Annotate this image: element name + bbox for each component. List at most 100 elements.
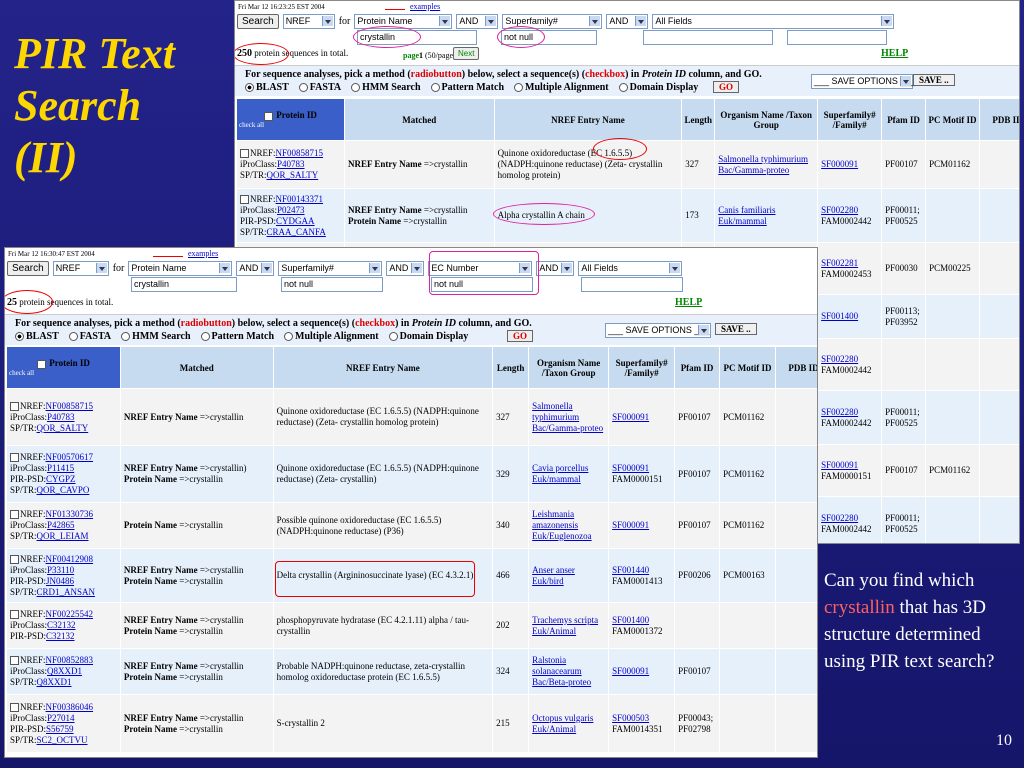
field-select-4[interactable]: All Fields	[578, 261, 683, 276]
id-link[interactable]: CYDGAA	[276, 216, 315, 226]
superfamily-link[interactable]: SF001400	[821, 311, 878, 322]
operator-select-1[interactable]: AND	[456, 14, 499, 29]
organism-link[interactable]: Leishmania amazonensis Euk/Euglenozoa	[532, 509, 591, 541]
search-button[interactable]: Search	[7, 261, 49, 276]
method-msa[interactable]: Multiple Alignment	[284, 331, 379, 342]
organism-link[interactable]: Octopus vulgaris Euk/Animal	[532, 713, 593, 734]
superfamily-link[interactable]: SF000091	[612, 520, 671, 531]
row-checkbox[interactable]	[10, 702, 19, 712]
superfamily-link[interactable]: SF002280	[821, 205, 878, 216]
id-link[interactable]: P02473	[277, 205, 305, 215]
save-button[interactable]: SAVE ..	[715, 323, 757, 335]
organism-link[interactable]: Ralstonia solanacearum Bac/Beta-proteo	[532, 655, 591, 687]
row-checkbox[interactable]	[10, 656, 19, 666]
method-hmm[interactable]: HMM Search	[351, 82, 421, 93]
id-link[interactable]: QOR_SALTY	[37, 423, 89, 433]
method-domain[interactable]: Domain Display	[388, 331, 468, 342]
superfamily-link[interactable]: SF002280	[821, 407, 878, 418]
method-pattern[interactable]: Pattern Match	[430, 82, 504, 93]
operator-select-2[interactable]: AND	[386, 261, 425, 276]
row-checkbox[interactable]	[10, 510, 19, 520]
row-checkbox[interactable]	[10, 610, 19, 620]
field-select-1[interactable]: Protein Name	[354, 14, 453, 29]
superfamily-link[interactable]: SF001440	[612, 565, 671, 576]
save-button[interactable]: SAVE ..	[913, 74, 955, 86]
examples-link[interactable]: examples	[410, 2, 440, 11]
search-input-3[interactable]: not null	[431, 277, 533, 292]
superfamily-link[interactable]: SF002280	[821, 513, 878, 524]
search-input-3[interactable]	[643, 30, 773, 45]
field-select-2[interactable]: Superfamily#	[502, 14, 603, 29]
superfamily-link[interactable]: SF000091	[612, 666, 671, 677]
go-button[interactable]: GO	[713, 81, 740, 93]
id-link[interactable]: QOR_LEIAM	[37, 531, 89, 541]
organism-link[interactable]: Salmonella typhimurium Bac/Gamma-proteo	[532, 401, 603, 433]
id-link[interactable]: CYGPZ	[46, 474, 76, 484]
field-select-3[interactable]: All Fields	[652, 14, 895, 29]
id-link[interactable]: CRD1_ANSAN	[37, 587, 96, 597]
id-link[interactable]: NF00386046	[46, 702, 94, 712]
search-button[interactable]: Search	[237, 14, 279, 29]
operator-select-2[interactable]: AND	[606, 14, 649, 29]
id-link[interactable]: S56759	[46, 724, 74, 734]
operator-select-1[interactable]: AND	[236, 261, 275, 276]
organism-link[interactable]: Salmonella typhimurium Bac/Gamma-proteo	[718, 154, 808, 175]
check-all-checkbox[interactable]	[37, 359, 47, 369]
superfamily-link[interactable]: SF000503	[612, 713, 671, 724]
go-button[interactable]: GO	[507, 330, 534, 342]
id-link[interactable]: QOR_CAVPO	[37, 485, 90, 495]
search-input-1[interactable]: crystallin	[131, 277, 237, 292]
id-link[interactable]: QOR_SALTY	[267, 170, 319, 180]
check-all-link[interactable]: check all	[9, 369, 118, 377]
id-link[interactable]: NF00225542	[46, 609, 94, 619]
method-pattern[interactable]: Pattern Match	[200, 331, 274, 342]
field-select-2[interactable]: Superfamily#	[278, 261, 383, 276]
id-link[interactable]: NF00412908	[46, 554, 94, 564]
id-link[interactable]: SC2_OCTVU	[37, 735, 88, 745]
method-fasta[interactable]: FASTA	[298, 82, 341, 93]
database-select[interactable]: NREF	[52, 261, 109, 276]
organism-link[interactable]: Cavia porcellus Euk/mammal	[532, 463, 588, 484]
check-all-checkbox[interactable]	[264, 111, 274, 121]
operator-select-3[interactable]: AND	[536, 261, 575, 276]
method-msa[interactable]: Multiple Alignment	[514, 82, 609, 93]
help-link[interactable]: HELP	[675, 297, 702, 308]
organism-link[interactable]: Trachemys scripta Euk/Animal	[532, 615, 598, 636]
row-checkbox[interactable]	[240, 149, 249, 159]
next-button[interactable]: Next	[453, 47, 480, 60]
superfamily-link[interactable]: SF000091	[612, 463, 671, 474]
id-link[interactable]: NF00858715	[276, 148, 324, 158]
id-link[interactable]: JN0486	[46, 576, 74, 586]
method-domain[interactable]: Domain Display	[618, 82, 698, 93]
id-link[interactable]: P40783	[277, 159, 305, 169]
superfamily-link[interactable]: SF002281	[821, 258, 878, 269]
save-options-select[interactable]: ___ SAVE OPTIONS ___	[605, 323, 711, 338]
method-fasta[interactable]: FASTA	[68, 331, 111, 342]
row-checkbox[interactable]	[10, 554, 19, 564]
id-link[interactable]: Q8XXD1	[47, 666, 82, 676]
id-link[interactable]: NF00570617	[46, 452, 94, 462]
id-link[interactable]: CRAA_CANFA	[267, 227, 326, 237]
search-input-4[interactable]	[787, 30, 887, 45]
id-link[interactable]: P27014	[47, 713, 75, 723]
id-link[interactable]: C32132	[47, 620, 76, 630]
field-select-3[interactable]: EC Number	[428, 261, 533, 276]
organism-link[interactable]: Canis familiaris Euk/mammal	[718, 205, 775, 226]
id-link[interactable]: P42865	[47, 520, 75, 530]
field-select-1[interactable]: Protein Name	[128, 261, 233, 276]
method-blast[interactable]: BLAST	[15, 331, 59, 342]
id-link[interactable]: NF00143371	[276, 194, 324, 204]
row-checkbox[interactable]	[240, 194, 249, 204]
id-link[interactable]: C32132	[46, 631, 75, 641]
method-hmm[interactable]: HMM Search	[121, 331, 191, 342]
id-link[interactable]: NF01330736	[46, 509, 94, 519]
save-options-select[interactable]: ___ SAVE OPTIONS ___	[811, 74, 915, 89]
search-input-1[interactable]: crystallin	[357, 30, 477, 45]
check-all-link[interactable]: check all	[239, 121, 342, 129]
search-input-2[interactable]: not null	[281, 277, 383, 292]
examples-link[interactable]: examples	[188, 249, 218, 258]
superfamily-link[interactable]: SF002280	[821, 354, 878, 365]
search-input-4[interactable]	[581, 277, 683, 292]
id-link[interactable]: P11415	[47, 463, 74, 473]
organism-link[interactable]: Anser anser Euk/bird	[532, 565, 575, 586]
